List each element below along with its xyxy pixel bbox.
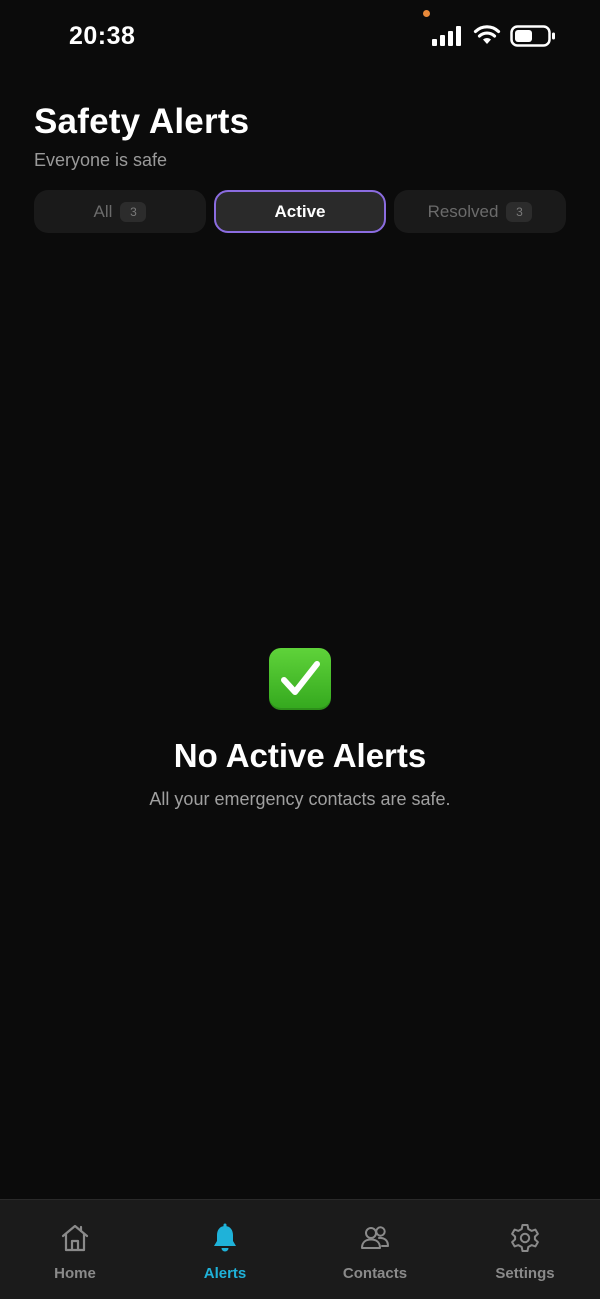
contacts-icon <box>361 1226 389 1249</box>
tab-all-count-badge: 3 <box>120 201 147 222</box>
tab-active-label: Active <box>274 201 326 221</box>
nav-item-contacts[interactable]: Contacts <box>300 1200 450 1299</box>
bottom-nav: Home Alerts Contacts Settings <box>0 1199 600 1299</box>
status-time: 20:38 <box>69 22 136 50</box>
cellular-signal-icon <box>432 26 461 46</box>
status-bar: 20:38 <box>0 0 600 72</box>
tab-all-label: All <box>93 201 113 221</box>
battery-icon <box>510 25 555 47</box>
nav-item-home[interactable]: Home <box>0 1200 150 1299</box>
privacy-indicator-dot <box>423 10 430 17</box>
empty-state-description: All your emergency contacts are safe. <box>149 789 451 809</box>
nav-item-alerts[interactable]: Alerts <box>150 1200 300 1299</box>
tab-resolved[interactable]: Resolved 3 <box>394 190 566 233</box>
wifi-icon <box>473 25 501 44</box>
nav-item-contacts-label: Contacts <box>342 1265 408 1282</box>
tab-resolved-label: Resolved <box>427 201 499 221</box>
empty-state: No Active Alerts All your emergency cont… <box>0 648 600 810</box>
tab-resolved-count-badge: 3 <box>506 201 533 222</box>
filter-tabs: All 3 Active Resolved 3 <box>34 190 566 233</box>
empty-state-title: No Active Alerts <box>173 737 427 774</box>
nav-item-settings[interactable]: Settings <box>450 1200 600 1299</box>
nav-item-settings-label: Settings <box>495 1265 555 1282</box>
page-title: Safety Alerts <box>34 102 250 141</box>
nav-item-home-label: Home <box>54 1265 96 1282</box>
check-mark-icon <box>269 648 331 710</box>
tab-active[interactable]: Active <box>214 190 386 233</box>
page-subtitle: Everyone is safe <box>34 150 168 170</box>
home-icon <box>61 1224 89 1252</box>
nav-item-alerts-label: Alerts <box>203 1265 247 1282</box>
tab-all[interactable]: All 3 <box>34 190 206 233</box>
gear-icon <box>511 1224 539 1252</box>
bell-icon <box>214 1223 236 1252</box>
